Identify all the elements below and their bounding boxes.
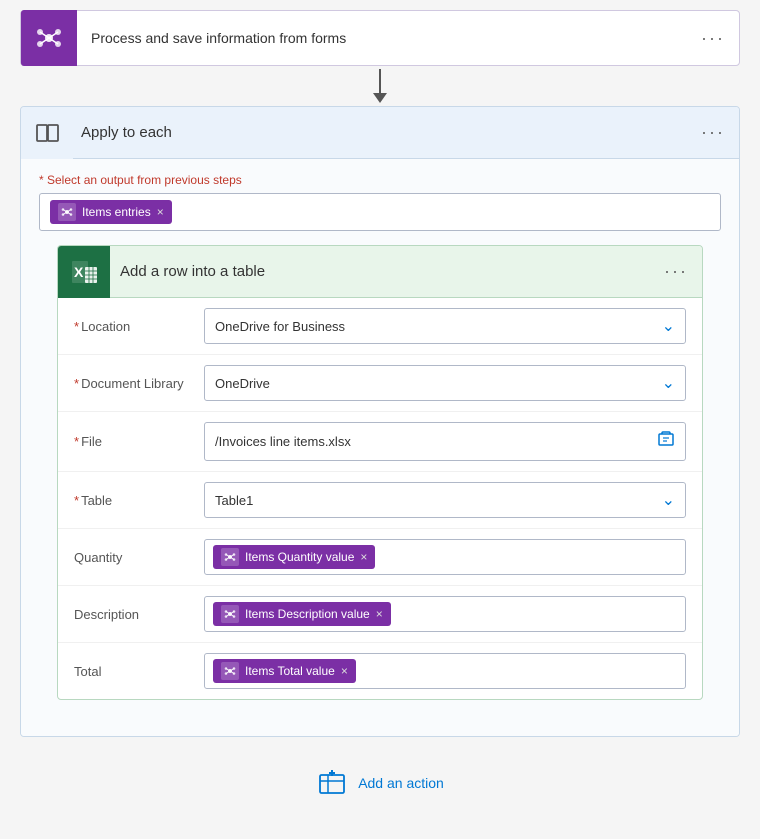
trigger-icon bbox=[35, 24, 63, 52]
total-control: Items Total value × bbox=[204, 653, 686, 689]
table-control: Table1 ⌄ bbox=[204, 482, 686, 518]
excel-icon: X bbox=[69, 257, 99, 287]
apply-more-button[interactable]: ··· bbox=[687, 122, 739, 143]
total-token-label: Items Total value bbox=[245, 664, 335, 678]
location-row: *Location OneDrive for Business ⌄ bbox=[58, 298, 702, 355]
action-header: X Add a row into a table ··· bbox=[58, 246, 702, 298]
description-token-label: Items Description value bbox=[245, 607, 370, 621]
location-dropdown[interactable]: OneDrive for Business ⌄ bbox=[204, 308, 686, 344]
token-share-icon bbox=[61, 206, 73, 218]
quantity-token: Items Quantity value × bbox=[213, 545, 375, 569]
action-more-button[interactable]: ··· bbox=[650, 261, 702, 282]
table-dropdown-arrow: ⌄ bbox=[662, 490, 675, 510]
add-action-label: Add an action bbox=[358, 775, 444, 791]
description-label: Description bbox=[74, 607, 204, 622]
apply-body: * Select an output from previous steps bbox=[21, 159, 739, 736]
apply-title: Apply to each bbox=[73, 124, 687, 141]
file-value: /Invoices line items.xlsx bbox=[215, 434, 351, 449]
items-entries-close[interactable]: × bbox=[157, 205, 164, 219]
table-value: Table1 bbox=[215, 493, 253, 508]
apply-icon-box bbox=[21, 107, 73, 159]
total-token: Items Total value × bbox=[213, 659, 356, 683]
table-label: *Table bbox=[74, 493, 204, 508]
add-action-container: Add an action bbox=[20, 737, 740, 809]
action-block: X Add a row into a table ··· bbox=[57, 245, 703, 700]
add-action-button[interactable]: Add an action bbox=[316, 767, 444, 799]
apply-header: Apply to each ··· bbox=[21, 107, 739, 159]
total-row: Total bbox=[58, 643, 702, 699]
description-token-input[interactable]: Items Description value × bbox=[204, 596, 686, 632]
arrow-head bbox=[373, 93, 387, 103]
token-icon bbox=[58, 203, 76, 221]
trigger-block: Process and save information from forms … bbox=[20, 10, 740, 66]
file-control: /Invoices line items.xlsx bbox=[204, 422, 686, 461]
table-row: *Table Table1 ⌄ bbox=[58, 472, 702, 529]
location-value: OneDrive for Business bbox=[215, 319, 345, 334]
total-token-icon bbox=[221, 662, 239, 680]
location-dropdown-arrow: ⌄ bbox=[662, 316, 675, 336]
description-token-icon bbox=[221, 605, 239, 623]
quantity-token-close[interactable]: × bbox=[360, 550, 367, 564]
quantity-token-input[interactable]: Items Quantity value × bbox=[204, 539, 686, 575]
apply-to-each-block: Apply to each ··· * Select an output fro… bbox=[20, 106, 740, 737]
svg-text:X: X bbox=[74, 264, 84, 280]
arrow-connector bbox=[20, 66, 740, 106]
quantity-control: Items Quantity value × bbox=[204, 539, 686, 575]
quantity-row: Quantity bbox=[58, 529, 702, 586]
file-input[interactable]: /Invoices line items.xlsx bbox=[204, 422, 686, 461]
items-entries-token: Items entries × bbox=[50, 200, 172, 224]
trigger-icon-box bbox=[21, 10, 77, 66]
trigger-more-button[interactable]: ··· bbox=[687, 28, 739, 49]
select-output-input[interactable]: Items entries × bbox=[39, 193, 721, 231]
description-row: Description bbox=[58, 586, 702, 643]
document-library-row: *Document Library OneDrive ⌄ bbox=[58, 355, 702, 412]
arrow-line bbox=[373, 69, 387, 103]
quantity-share-icon bbox=[224, 551, 236, 563]
table-dropdown[interactable]: Table1 ⌄ bbox=[204, 482, 686, 518]
file-row: *File /Invoices line items.xlsx bbox=[58, 412, 702, 472]
document-library-value: OneDrive bbox=[215, 376, 270, 391]
description-control: Items Description value × bbox=[204, 596, 686, 632]
quantity-token-icon bbox=[221, 548, 239, 566]
document-library-dropdown[interactable]: OneDrive ⌄ bbox=[204, 365, 686, 401]
document-library-control: OneDrive ⌄ bbox=[204, 365, 686, 401]
total-share-icon bbox=[224, 665, 236, 677]
action-body: *Location OneDrive for Business ⌄ *Doc bbox=[58, 298, 702, 699]
location-control: OneDrive for Business ⌄ bbox=[204, 308, 686, 344]
items-entries-label: Items entries bbox=[82, 205, 151, 219]
document-library-label: *Document Library bbox=[74, 376, 204, 391]
document-library-dropdown-arrow: ⌄ bbox=[662, 373, 675, 393]
location-label: *Location bbox=[74, 319, 204, 334]
apply-icon bbox=[34, 120, 60, 146]
arrow-shaft bbox=[379, 69, 381, 93]
file-picker-icon[interactable] bbox=[657, 430, 675, 453]
add-action-table-icon bbox=[316, 767, 348, 799]
quantity-token-label: Items Quantity value bbox=[245, 550, 354, 564]
add-action-icon bbox=[316, 767, 348, 799]
file-label: *File bbox=[74, 434, 204, 449]
total-token-close[interactable]: × bbox=[341, 664, 348, 678]
total-token-input[interactable]: Items Total value × bbox=[204, 653, 686, 689]
description-token-close[interactable]: × bbox=[376, 607, 383, 621]
select-output-label: * Select an output from previous steps bbox=[39, 173, 721, 187]
trigger-title: Process and save information from forms bbox=[77, 30, 687, 46]
page-wrapper: Process and save information from forms … bbox=[0, 0, 760, 839]
action-title: Add a row into a table bbox=[110, 263, 650, 280]
description-token: Items Description value × bbox=[213, 602, 391, 626]
description-share-icon bbox=[224, 608, 236, 620]
total-label: Total bbox=[74, 664, 204, 679]
action-icon-box: X bbox=[58, 246, 110, 298]
quantity-label: Quantity bbox=[74, 550, 204, 565]
